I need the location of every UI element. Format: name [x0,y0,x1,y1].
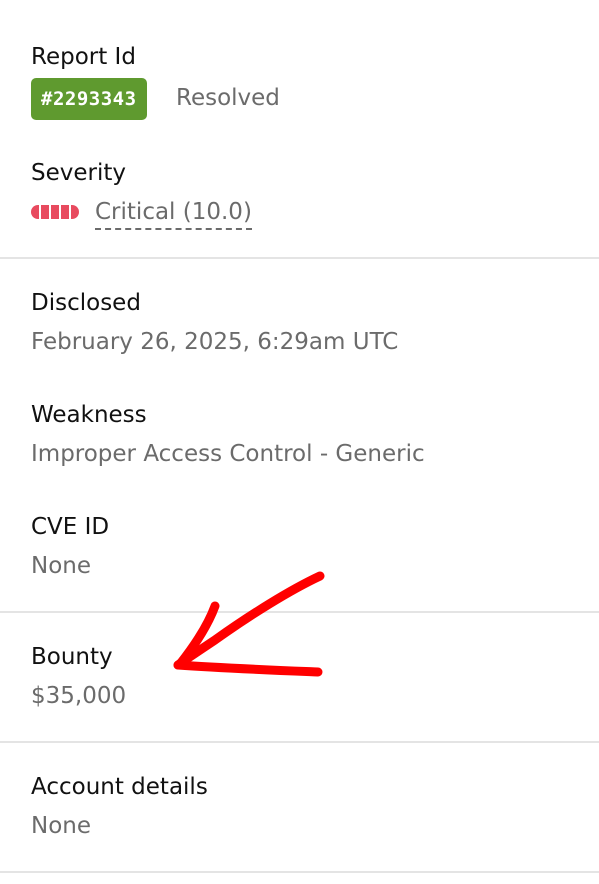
severity-meter-segment [61,205,69,219]
bounty-label: Bounty [31,644,113,670]
severity-meter-segment [41,205,49,219]
severity-meter-icon [31,205,79,219]
severity-score[interactable]: Critical (10.0) [95,197,252,230]
weakness-label: Weakness [31,402,147,428]
severity-meter-segment [31,205,39,219]
section-divider [0,611,599,613]
section-divider [0,741,599,743]
account-details-label: Account details [31,774,208,800]
cve-id-value: None [31,553,92,579]
cve-id-label: CVE ID [31,514,110,540]
section-divider [0,871,599,873]
section-divider [0,257,599,259]
report-id-badge[interactable]: #2293343 [31,78,147,120]
report-status: Resolved [176,85,280,111]
severity-label: Severity [31,160,126,186]
bounty-amount: $35,000 [31,683,127,709]
severity-meter-segment [71,205,79,219]
disclosed-label: Disclosed [31,290,141,316]
disclosed-date: February 26, 2025, 6:29am UTC [31,329,399,355]
account-details-value: None [31,813,92,839]
severity-meter-segment [51,205,59,219]
report-id-label: Report Id [31,44,136,70]
weakness-value[interactable]: Improper Access Control - Generic [31,439,425,469]
